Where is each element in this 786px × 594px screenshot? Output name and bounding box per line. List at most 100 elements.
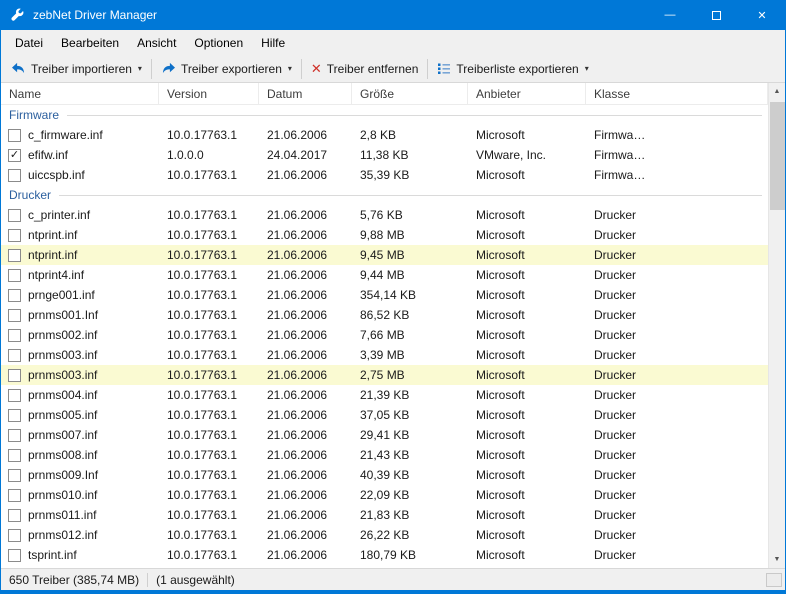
cell-name: prnms002.inf (1, 328, 159, 342)
group-header-firmware[interactable]: Firmware (1, 105, 768, 125)
driver-row[interactable]: prnge001.inf 10.0.17763.1 21.06.2006 354,14… (1, 285, 768, 305)
driver-row[interactable]: prnms003.inf 10.0.17763.1 21.06.2006 2,75 M… (1, 365, 768, 385)
cell-klasse: Drucker (594, 348, 637, 362)
row-checkbox[interactable]: ✓ (8, 148, 21, 162)
cell-datum: 21.06.2006 (267, 508, 328, 522)
app-wrench-icon (11, 8, 24, 21)
driver-name: prnge001.inf (28, 288, 95, 302)
row-checkbox[interactable] (8, 388, 21, 402)
driver-row[interactable]: prnms005.inf 10.0.17763.1 21.06.2006 37,05 … (1, 405, 768, 425)
export-list-dropdown-icon[interactable]: ▾ (585, 64, 589, 73)
column-header-name[interactable]: Name (1, 83, 159, 104)
row-checkbox[interactable] (8, 408, 21, 422)
row-checkbox[interactable] (8, 288, 21, 302)
column-header-version[interactable]: Version (159, 83, 259, 104)
driver-row[interactable]: ✓ efifw.inf 1.0.0.0 24.04.2017 11,38 KB VMwar… (1, 145, 768, 165)
driver-row[interactable]: prnms010.inf 10.0.17763.1 21.06.2006 22,09 … (1, 485, 768, 505)
driver-row[interactable]: prnms008.inf 10.0.17763.1 21.06.2006 21,43 … (1, 445, 768, 465)
import-drivers-button[interactable]: Treiber importieren ▾ (5, 57, 148, 81)
row-checkbox[interactable] (8, 368, 21, 382)
vertical-scrollbar[interactable]: ▲ ▼ (768, 83, 785, 568)
export-driver-list-button[interactable]: Treiberliste exportieren ▾ (431, 57, 594, 81)
row-checkbox[interactable] (8, 508, 21, 522)
export-dropdown-icon[interactable]: ▾ (288, 64, 292, 73)
cell-groesse: 354,14 KB (360, 288, 417, 302)
row-checkbox[interactable] (8, 548, 21, 562)
minimize-button[interactable]: — (647, 0, 693, 30)
driver-row[interactable]: ntprint.inf 10.0.17763.1 21.06.2006 9,45 MB… (1, 245, 768, 265)
menu-ansicht[interactable]: Ansicht (128, 30, 185, 55)
driver-list-icon (438, 63, 451, 74)
row-checkbox[interactable] (8, 448, 21, 462)
driver-count-text: 650 Treiber (385,74 MB) (9, 572, 140, 587)
driver-row[interactable]: prnms003.inf 10.0.17763.1 21.06.2006 3,39 M… (1, 345, 768, 365)
remove-drivers-button[interactable]: ✕ Treiber entfernen (305, 57, 425, 81)
row-checkbox[interactable] (8, 228, 21, 242)
cell-name: prnms003.inf (1, 348, 159, 362)
cell-name: prnms011.inf (1, 508, 159, 522)
driver-row[interactable]: c_printer.inf 10.0.17763.1 21.06.2006 5,76 … (1, 205, 768, 225)
row-checkbox[interactable] (8, 268, 21, 282)
driver-name: prnms011.inf (28, 508, 97, 522)
row-checkbox[interactable] (8, 528, 21, 542)
cell-anbieter: Microsoft (476, 508, 525, 522)
menu-hilfe[interactable]: Hilfe (252, 30, 294, 55)
row-checkbox[interactable] (8, 328, 21, 342)
status-separator (147, 572, 149, 587)
row-checkbox[interactable] (8, 348, 21, 362)
driver-row[interactable]: c_firmware.inf 10.0.17763.1 21.06.2006 2,8 … (1, 125, 768, 145)
row-checkbox[interactable] (8, 208, 21, 222)
cell-datum: 21.06.2006 (267, 448, 328, 462)
driver-row[interactable]: prnms001.Inf 10.0.17763.1 21.06.2006 86,52 … (1, 305, 768, 325)
export-drivers-button[interactable]: Treiber exportieren ▾ (155, 57, 298, 81)
column-header-klasse[interactable]: Klasse (586, 83, 768, 104)
cell-klasse: Drucker (594, 548, 637, 562)
driver-name: prnms002.inf (28, 328, 98, 342)
row-checkbox[interactable] (8, 488, 21, 502)
driver-row[interactable]: prnms004.inf 10.0.17763.1 21.06.2006 21,39 … (1, 385, 768, 405)
group-header-drucker[interactable]: Drucker (1, 185, 768, 205)
export-arrow-icon (162, 62, 175, 74)
driver-name: c_firmware.inf (28, 128, 103, 142)
cell-groesse: 11,38 KB (360, 148, 409, 162)
driver-row[interactable]: prnms012.inf 10.0.17763.1 21.06.2006 26,22 … (1, 525, 768, 545)
menu-optionen[interactable]: Optionen (185, 30, 252, 55)
driver-row[interactable]: prnms007.inf 10.0.17763.1 21.06.2006 29,41 … (1, 425, 768, 445)
cell-anbieter: Microsoft (476, 208, 525, 222)
driver-row[interactable]: prnms009.Inf 10.0.17763.1 21.06.2006 40,39 … (1, 465, 768, 485)
import-dropdown-icon[interactable]: ▾ (138, 64, 142, 73)
cell-anbieter: Microsoft (476, 348, 525, 362)
row-checkbox[interactable] (8, 428, 21, 442)
driver-row[interactable]: ntprint4.inf 10.0.17763.1 21.06.2006 9,44 M… (1, 265, 768, 285)
row-checkbox[interactable] (8, 468, 21, 482)
driver-row[interactable]: ntprint.inf 10.0.17763.1 21.06.2006 9,88 MB… (1, 225, 768, 245)
cell-groesse: 40,39 KB (360, 468, 410, 482)
cell-version: 10.0.17763.1 (167, 288, 238, 302)
column-header-datum[interactable]: Datum (259, 83, 352, 104)
resize-grip[interactable] (766, 572, 782, 587)
scroll-down-icon[interactable]: ▼ (769, 551, 786, 568)
cell-klasse: Drucker (594, 468, 637, 482)
close-button[interactable]: ✕ (739, 0, 785, 30)
row-checkbox[interactable] (8, 168, 21, 182)
row-checkbox[interactable] (8, 248, 21, 262)
cell-version: 10.0.17763.1 (167, 208, 238, 222)
cell-name: uiccspb.inf (1, 168, 159, 182)
driver-row[interactable]: tsprint.inf 10.0.17763.1 21.06.2006 180,79 … (1, 545, 768, 565)
maximize-button[interactable] (693, 0, 739, 30)
scrollbar-thumb[interactable] (769, 102, 785, 210)
menu-datei[interactable]: Datei (6, 30, 52, 55)
maximize-icon (711, 10, 721, 20)
driver-row[interactable]: prnms002.inf 10.0.17763.1 21.06.2006 7,66 M… (1, 325, 768, 345)
column-header-groesse[interactable]: Größe (352, 83, 468, 104)
title-bar[interactable]: zebNet Driver Manager — ✕ (1, 0, 785, 30)
column-header-anbieter[interactable]: Anbieter (468, 83, 586, 104)
scroll-up-icon[interactable]: ▲ (769, 83, 786, 100)
row-checkbox[interactable] (8, 308, 21, 322)
driver-name: prnms010.inf (28, 488, 98, 502)
driver-row[interactable]: prnms011.inf 10.0.17763.1 21.06.2006 21,83 … (1, 505, 768, 525)
row-checkbox[interactable] (8, 128, 21, 142)
cell-anbieter: Microsoft (476, 288, 525, 302)
driver-row[interactable]: uiccspb.inf 10.0.17763.1 21.06.2006 35,39 K… (1, 165, 768, 185)
menu-bearbeiten[interactable]: Bearbeiten (52, 30, 128, 55)
